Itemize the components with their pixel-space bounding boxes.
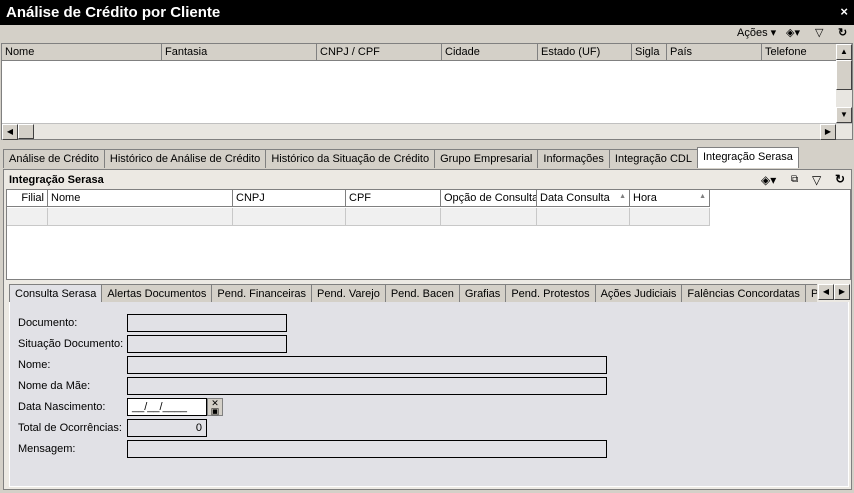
- clientes-grid-header: Nome Fantasia CNPJ / CPF Cidade Estado (…: [2, 44, 837, 61]
- tab-historico-analise[interactable]: Histórico de Análise de Crédito: [103, 149, 267, 168]
- scroll-thumb[interactable]: [18, 124, 34, 139]
- column-header[interactable]: CNPJ: [233, 190, 346, 207]
- nome-field[interactable]: [127, 356, 607, 374]
- view-options-icon[interactable]: ◈▾: [786, 26, 800, 39]
- filter-icon[interactable]: ▽: [812, 173, 821, 187]
- column-header[interactable]: Cidade: [442, 44, 538, 61]
- data-nascimento-field[interactable]: __/__/____: [127, 398, 207, 416]
- view-options-icon[interactable]: ◈▾: [761, 173, 776, 187]
- documento-field[interactable]: [127, 314, 287, 332]
- column-header[interactable]: Telefone: [762, 44, 837, 61]
- tab-informacoes[interactable]: Informações: [537, 149, 610, 168]
- column-header[interactable]: Opção de Consulta: [441, 190, 537, 207]
- tab-falencias-concordatas[interactable]: Falências Concordatas: [681, 284, 806, 303]
- column-header[interactable]: Nome: [2, 44, 162, 61]
- column-header[interactable]: Filial: [7, 190, 48, 207]
- data-nascimento-label: Data Nascimento:: [18, 401, 106, 413]
- scroll-up-icon[interactable]: ▲: [836, 44, 852, 60]
- tab-acoes-judiciais[interactable]: Ações Judiciais: [594, 284, 683, 303]
- tab-scroll-right-icon[interactable]: ▶: [834, 284, 850, 300]
- tab-scroll-left-icon[interactable]: ◀: [818, 284, 834, 300]
- mensagem-label: Mensagem:: [18, 443, 76, 455]
- tab-grupo-empresarial[interactable]: Grupo Empresarial: [434, 149, 539, 168]
- tab-pend-financeiras[interactable]: Pend. Financeiras: [211, 284, 313, 303]
- tab-pend-varejo[interactable]: Pend. Varejo: [311, 284, 386, 303]
- tab-grafias[interactable]: Grafias: [458, 284, 507, 303]
- column-header[interactable]: Fantasia: [162, 44, 317, 61]
- scroll-right-icon[interactable]: ▶: [820, 124, 836, 140]
- tab-consulta-serasa[interactable]: Consulta Serasa: [9, 284, 103, 303]
- column-header[interactable]: Data Consulta ▲: [537, 190, 630, 207]
- tab-integracao-serasa[interactable]: Integração Serasa: [696, 147, 799, 168]
- filter-icon[interactable]: ▽: [815, 26, 823, 39]
- tab-pend-bacen[interactable]: Pend. Bacen: [384, 284, 460, 303]
- tab-alertas-documentos[interactable]: Alertas Documentos: [101, 284, 213, 303]
- nome-label: Nome:: [18, 359, 51, 371]
- serasa-grid[interactable]: Filial Nome CNPJ CPF Opção de Consulta D…: [6, 189, 851, 280]
- column-header[interactable]: Nome: [48, 190, 233, 207]
- acoes-menu[interactable]: Ações ▾: [737, 26, 776, 39]
- top-toolbar: Ações ▾ ◈▾ ▽ ↻: [0, 25, 854, 43]
- tab-partic[interactable]: Partic: [804, 284, 817, 303]
- main-tabs: Análise de Crédito Histórico de Análise …: [3, 147, 799, 168]
- column-header[interactable]: Sigla: [632, 44, 667, 61]
- tab-analise-credito[interactable]: Análise de Crédito: [3, 149, 105, 168]
- column-header[interactable]: CNPJ / CPF: [317, 44, 442, 61]
- mensagem-field[interactable]: [127, 440, 607, 458]
- scroll-thumb[interactable]: [836, 60, 852, 90]
- column-header[interactable]: Estado (UF): [538, 44, 632, 61]
- situacao-field[interactable]: [127, 335, 287, 353]
- documento-label: Documento:: [18, 317, 78, 329]
- sort-icon: ▲: [619, 193, 626, 200]
- consulta-form: Documento: Situação Documento: Nome: Nom…: [9, 302, 849, 487]
- total-ocorrencias-field[interactable]: 0: [127, 419, 207, 437]
- refresh-icon[interactable]: ↻: [835, 172, 845, 186]
- situacao-label: Situação Documento:: [18, 338, 124, 350]
- nome-mae-field[interactable]: [127, 377, 607, 395]
- export-icon[interactable]: ⧉: [791, 174, 798, 185]
- scroll-down-icon[interactable]: ▼: [836, 107, 852, 123]
- window-titlebar: Análise de Crédito por Cliente ×: [0, 0, 854, 25]
- serasa-grid-header: Filial Nome CNPJ CPF Opção de Consulta D…: [7, 190, 710, 207]
- tab-historico-situacao[interactable]: Histórico da Situação de Crédito: [265, 149, 436, 168]
- column-header[interactable]: Hora ▲: [630, 190, 710, 207]
- sort-icon: ▲: [699, 193, 706, 200]
- tab-pend-protestos[interactable]: Pend. Protestos: [505, 284, 596, 303]
- column-header[interactable]: CPF: [346, 190, 441, 207]
- window-title: Análise de Crédito por Cliente: [6, 4, 221, 21]
- tab-integracao-cdl[interactable]: Integração CDL: [608, 149, 698, 168]
- nome-mae-label: Nome da Mãe:: [18, 380, 91, 392]
- sub-tabs: Consulta Serasa Alertas Documentos Pend.…: [9, 284, 817, 303]
- clientes-grid[interactable]: Nome Fantasia CNPJ / CPF Cidade Estado (…: [1, 43, 853, 140]
- serasa-panel: Integração Serasa ◈▾ ⧉ ▽ ↻ Filial Nome C…: [3, 169, 852, 490]
- total-ocorrencias-label: Total de Ocorrências:: [18, 422, 122, 434]
- refresh-icon[interactable]: ↻: [838, 26, 847, 39]
- column-header[interactable]: País: [667, 44, 762, 61]
- table-row[interactable]: [7, 208, 710, 226]
- panel-title: Integração Serasa: [9, 174, 104, 186]
- scroll-left-icon[interactable]: ◀: [2, 124, 18, 140]
- vertical-scrollbar[interactable]: ▲ ▼: [836, 44, 852, 123]
- close-icon[interactable]: ×: [840, 4, 848, 19]
- horizontal-scrollbar[interactable]: ◀ ▶: [2, 123, 852, 140]
- panel-header: Integração Serasa ◈▾ ⧉ ▽ ↻: [4, 172, 851, 189]
- calendar-icon[interactable]: ✕ ▣: [207, 398, 223, 416]
